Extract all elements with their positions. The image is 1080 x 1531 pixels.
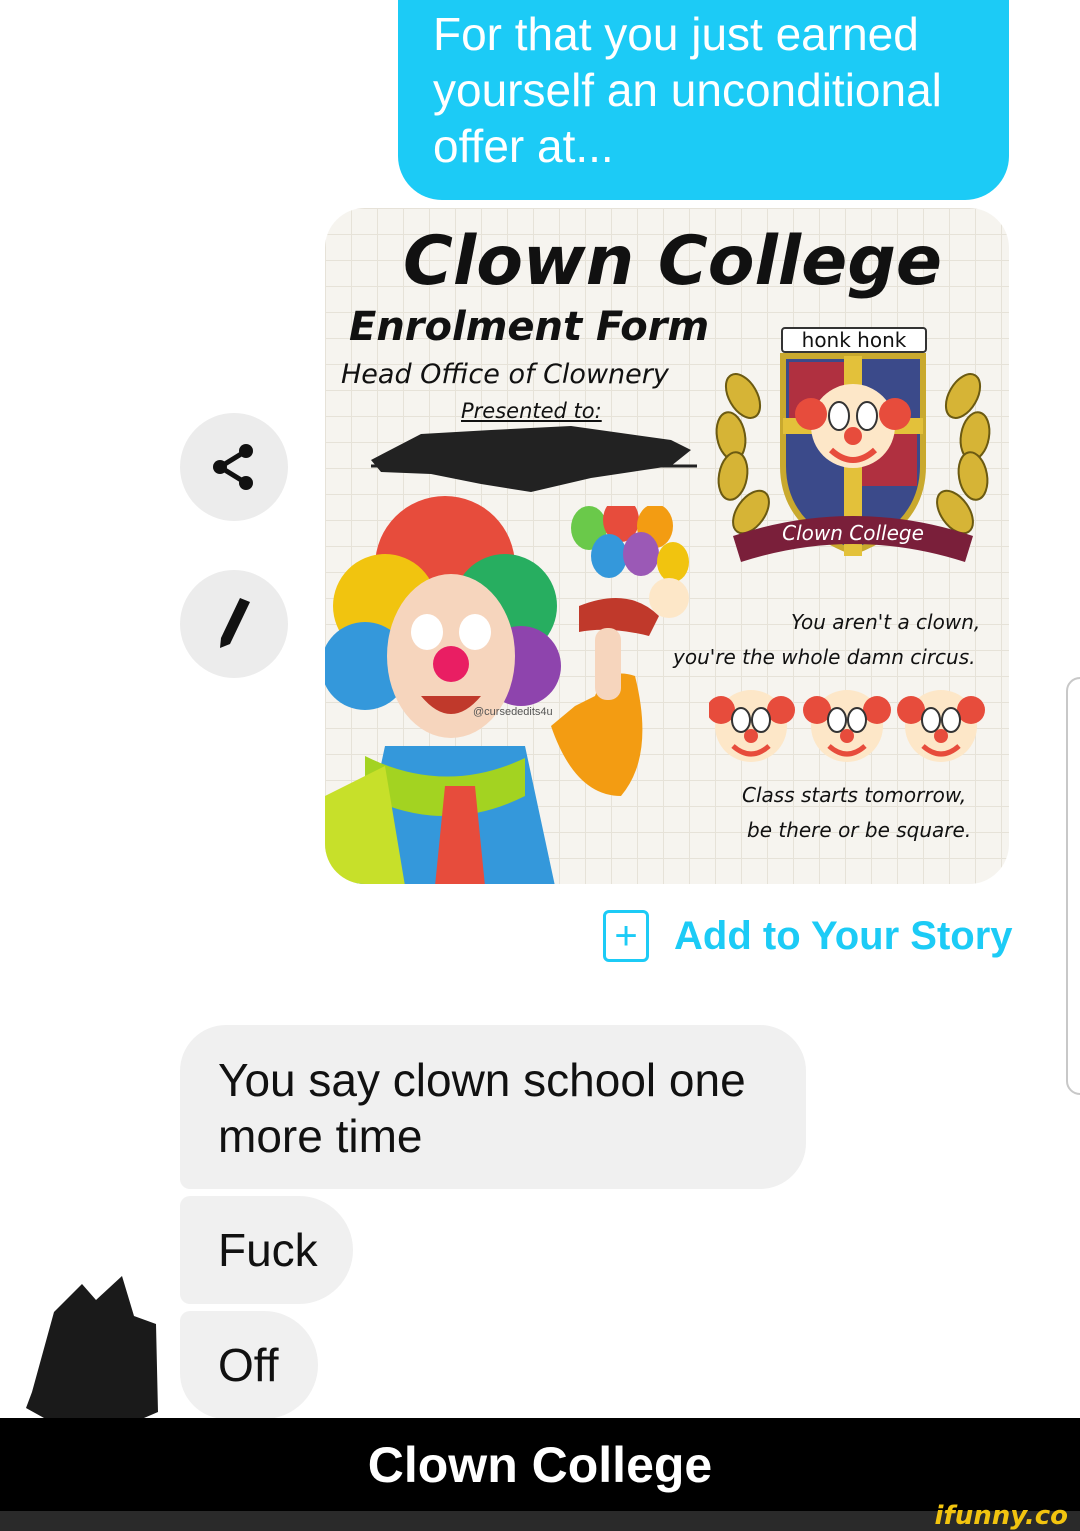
plus-square-icon: + [603, 910, 649, 962]
class-line-2: be there or be square. [747, 818, 972, 842]
quote-line-1: You aren't a clown, [791, 610, 981, 634]
shared-image-card[interactable]: Clown College Enrolment Form Head Office… [325, 208, 1009, 884]
crest-banner-text: Clown College [782, 521, 924, 545]
edit-button[interactable] [180, 570, 288, 678]
clown-photo [325, 496, 643, 884]
card-subtitle: Enrolment Form [349, 304, 710, 350]
received-message-text: You say clown school one more time [218, 1054, 746, 1162]
add-to-story-label: Add to Your Story [674, 913, 1013, 958]
received-message-bubble[interactable]: Fuck [180, 1196, 353, 1304]
avatar[interactable] [24, 1272, 160, 1418]
clown-emoji-row [709, 690, 985, 762]
share-button[interactable] [180, 413, 288, 521]
class-line-1: Class starts tomorrow, [742, 783, 967, 807]
bottom-strip [0, 1511, 1080, 1531]
quote-line-2: you're the whole damn circus. [673, 645, 976, 669]
received-message-bubble[interactable]: You say clown school one more time [180, 1025, 806, 1189]
meme-caption: Clown College [367, 1436, 713, 1493]
pencil-icon [220, 598, 250, 648]
share-icon [213, 444, 253, 490]
received-message-text: Off [218, 1339, 279, 1391]
meme-caption-bar: Clown College [0, 1418, 1080, 1511]
clown-college-crest: Clown College [715, 353, 991, 562]
received-message-bubble[interactable]: Off [180, 1311, 318, 1419]
card-title: Clown College [403, 222, 942, 301]
honk-badge: honk honk [781, 327, 927, 353]
sent-message-text: For that you just earned yourself an unc… [433, 8, 942, 172]
site-watermark: ifunny.co [934, 1501, 1068, 1531]
sent-message-bubble[interactable]: For that you just earned yourself an unc… [398, 0, 1009, 200]
card-office: Head Office of Clownery [341, 359, 669, 390]
received-message-text: Fuck [218, 1224, 318, 1276]
scroll-handle[interactable] [1066, 677, 1080, 1095]
add-to-story-button[interactable]: + Add to Your Story [603, 910, 1013, 962]
photo-watermark: @cursededits4u [473, 706, 553, 718]
redacted-name-scribble [371, 426, 697, 492]
